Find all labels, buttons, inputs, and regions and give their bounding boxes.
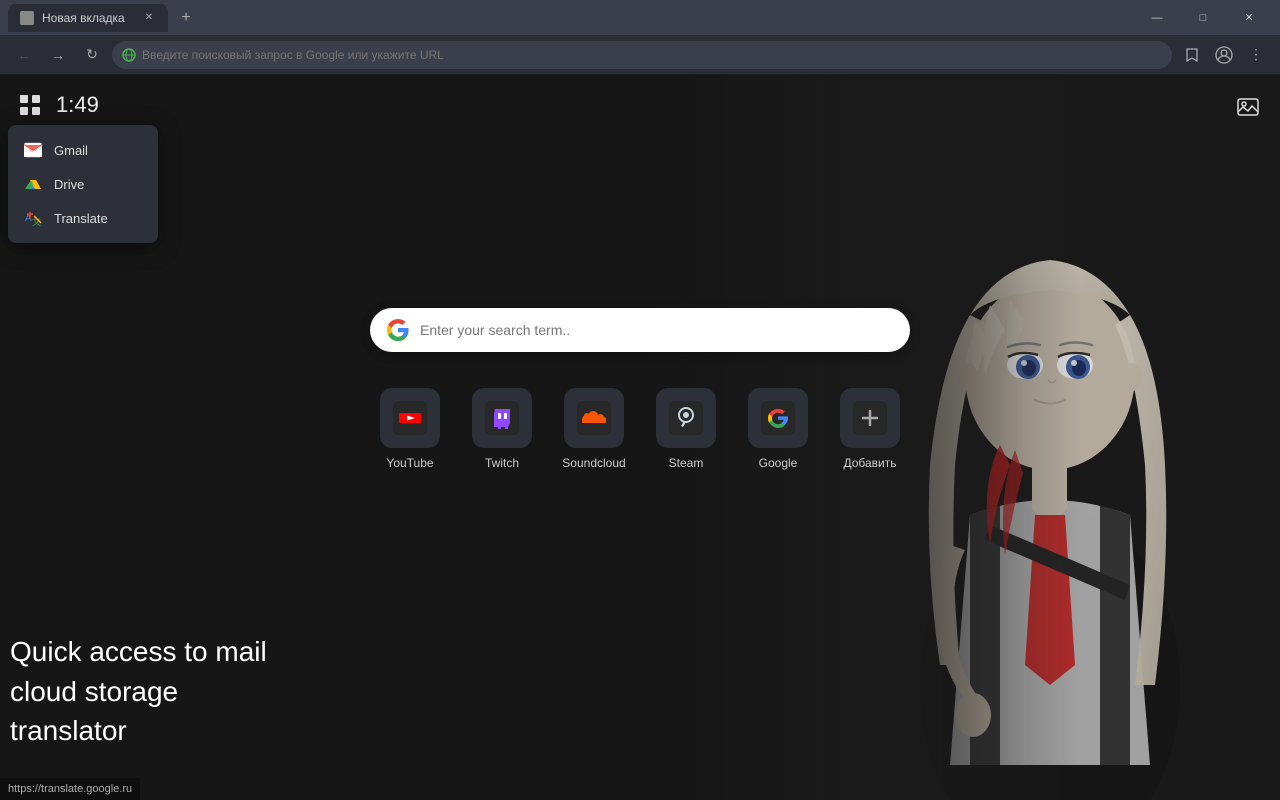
tab-favicon (20, 11, 34, 25)
status-url: https://translate.google.ru (8, 783, 132, 795)
search-input[interactable] (420, 322, 894, 338)
address-bar[interactable] (112, 41, 1172, 69)
browser-frame: Новая вкладка ✕ + — □ ✕ ← → ↻ (0, 0, 1280, 800)
shortcut-add[interactable]: Добавить (830, 388, 910, 470)
add-shortcut-icon (840, 388, 900, 448)
profile-button[interactable] (1210, 41, 1238, 69)
window-controls: — □ ✕ (1134, 0, 1272, 35)
soundcloud-shortcut-icon (564, 388, 624, 448)
page-content: 1:49 Gmail (0, 75, 1280, 800)
twitch-shortcut-icon (472, 388, 532, 448)
steam-shortcut-icon (656, 388, 716, 448)
quick-access-line-1: Quick access to mail (10, 632, 267, 671)
forward-button[interactable]: → (44, 41, 72, 69)
quick-access-text: Quick access to mail cloud storage trans… (10, 632, 267, 750)
address-bar-icon (122, 48, 136, 62)
drive-label: Drive (54, 177, 84, 192)
shortcut-soundcloud[interactable]: Soundcloud (554, 388, 634, 470)
gmail-label: Gmail (54, 143, 88, 158)
drive-menu-item[interactable]: Drive (8, 167, 158, 201)
google-label: Google (759, 456, 798, 470)
tab-close-button[interactable]: ✕ (142, 11, 156, 25)
title-bar: Новая вкладка ✕ + — □ ✕ (0, 0, 1280, 35)
shortcut-steam[interactable]: Steam (646, 388, 726, 470)
customize-background-button[interactable] (1232, 91, 1264, 123)
quick-access-line-2: cloud storage (10, 672, 267, 711)
nav-bar: ← → ↻ (0, 35, 1280, 75)
translate-label: Translate (54, 211, 108, 226)
new-tab-button[interactable]: + (172, 4, 200, 32)
translate-menu-item[interactable]: A 文 Translate (8, 201, 158, 235)
close-button[interactable]: ✕ (1226, 0, 1272, 35)
top-controls: 1:49 (16, 91, 99, 119)
bookmark-button[interactable] (1178, 41, 1206, 69)
soundcloud-label: Soundcloud (562, 456, 625, 470)
shortcuts-container: YouTube Twitch (370, 388, 910, 470)
minimize-button[interactable]: — (1134, 0, 1180, 35)
search-bar[interactable] (370, 308, 910, 352)
nav-actions: ⋮ (1178, 41, 1270, 69)
shortcut-twitch[interactable]: Twitch (462, 388, 542, 470)
back-button[interactable]: ← (10, 41, 38, 69)
search-container (370, 308, 910, 352)
grid-button[interactable] (16, 91, 44, 119)
youtube-label: YouTube (386, 456, 433, 470)
reload-button[interactable]: ↻ (78, 41, 106, 69)
shortcut-google[interactable]: Google (738, 388, 818, 470)
quick-access-line-3: translator (10, 711, 267, 750)
steam-label: Steam (669, 456, 704, 470)
google-logo-icon (386, 318, 410, 342)
address-input[interactable] (142, 48, 1162, 62)
google-shortcut-icon (748, 388, 808, 448)
clock-display: 1:49 (56, 92, 99, 118)
tab-title: Новая вкладка (42, 11, 125, 25)
add-label: Добавить (843, 456, 896, 470)
twitch-label: Twitch (485, 456, 519, 470)
shortcut-youtube[interactable]: YouTube (370, 388, 450, 470)
status-bar: https://translate.google.ru (0, 778, 140, 800)
gmail-menu-item[interactable]: Gmail (8, 133, 158, 167)
apps-dropdown: Gmail Drive A 文 (8, 125, 158, 243)
maximize-button[interactable]: □ (1180, 0, 1226, 35)
menu-button[interactable]: ⋮ (1242, 41, 1270, 69)
youtube-shortcut-icon (380, 388, 440, 448)
browser-tab[interactable]: Новая вкладка ✕ (8, 4, 168, 32)
